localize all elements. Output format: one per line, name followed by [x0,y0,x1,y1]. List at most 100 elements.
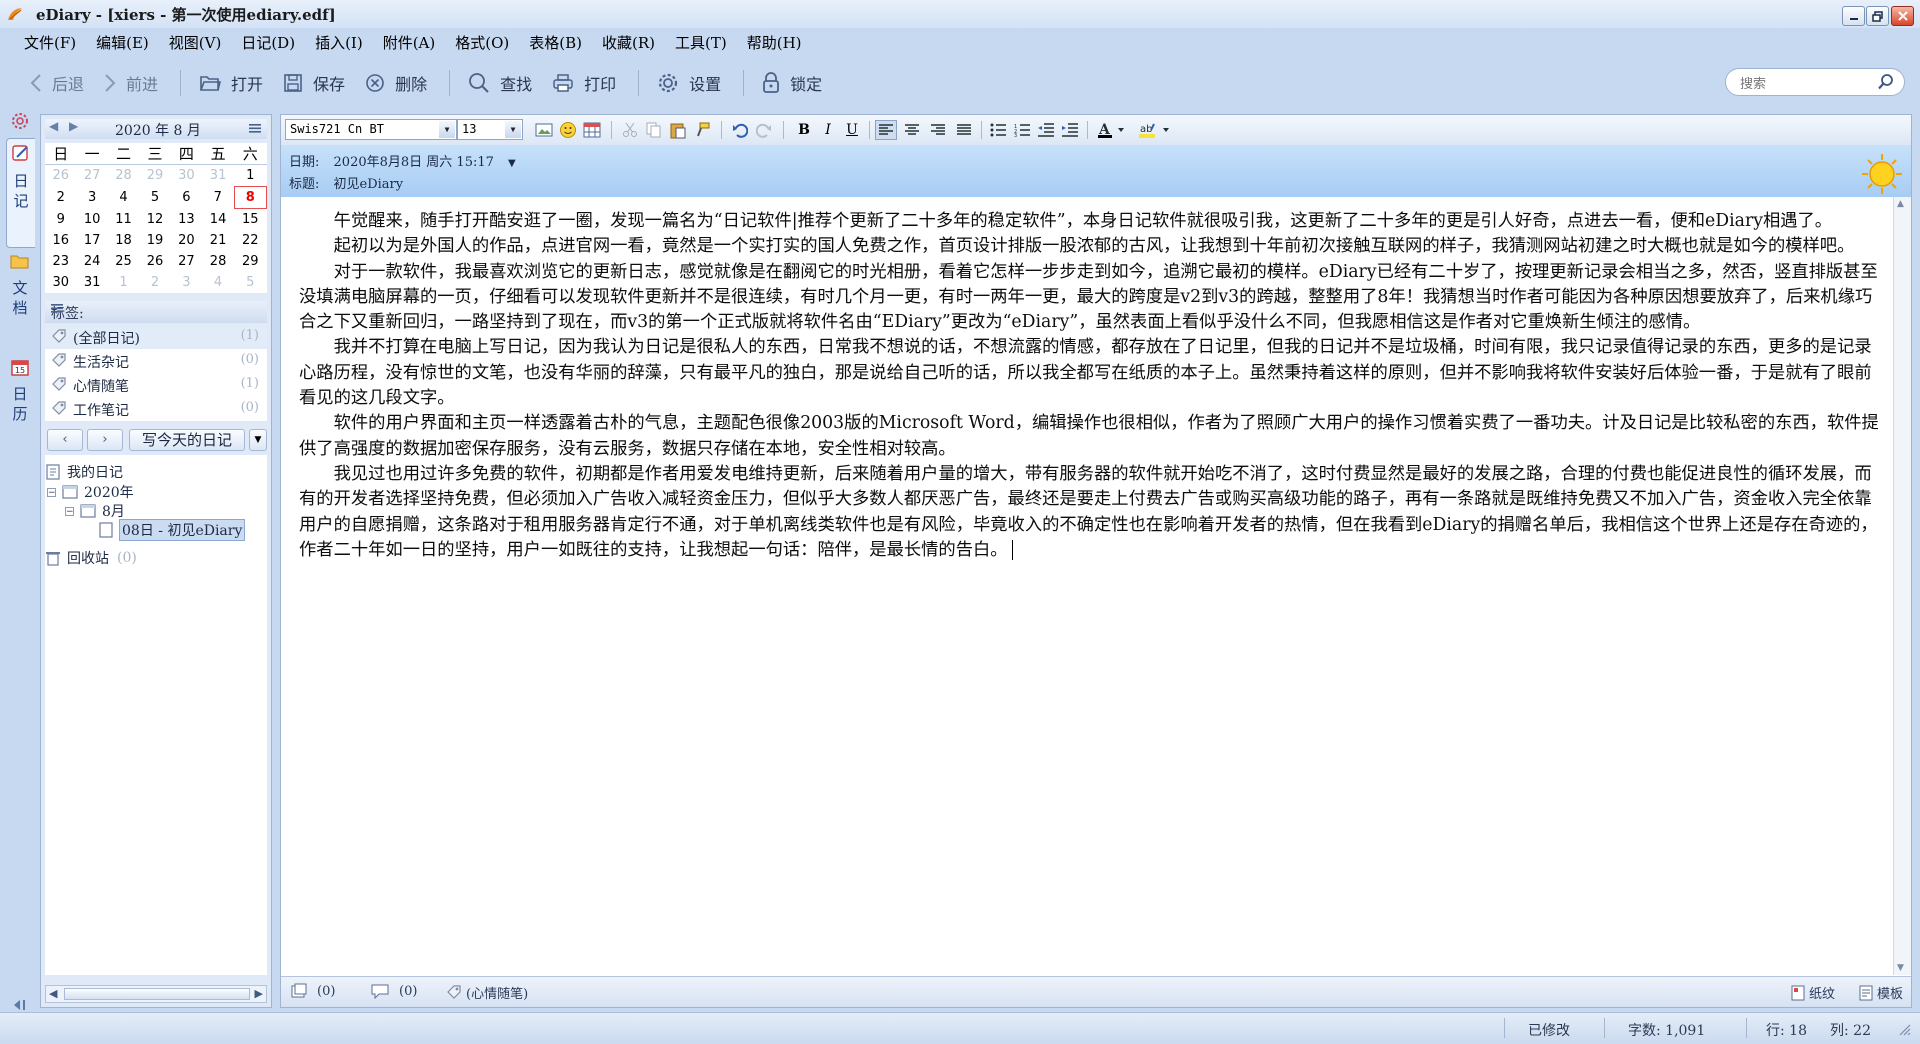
calendar-day[interactable]: 30 [45,272,76,293]
cut-button[interactable] [619,120,641,140]
calendar-month-title[interactable]: 2020 年 8 月 [115,120,201,140]
calendar-day[interactable]: 25 [108,251,139,272]
calendar-day[interactable]: 14 [202,209,234,231]
chevron-down-icon[interactable]: ▼ [439,121,455,138]
underline-button[interactable]: U [841,120,863,140]
write-today-dropdown[interactable]: ▼ [249,429,267,451]
calendar-day[interactable]: 20 [171,230,202,251]
scroll-down-arrow[interactable]: ▼ [1897,963,1904,973]
copy-button[interactable] [643,120,665,140]
search-input[interactable] [1738,72,1872,94]
left-panel-scrollbar[interactable]: ◀ ▶ [45,985,267,1003]
find-button[interactable]: 查找 [460,67,540,99]
lock-button[interactable]: 锁定 [754,67,830,99]
calendar-day[interactable]: 3 [171,272,202,293]
menu-attachment[interactable]: 附件(A) [375,28,444,54]
diary-body-editor[interactable]: 午觉醒来，随手打开酷安逛了一圈，发现一篇名为“日记软件|推荐个更新了二十多年的稳… [299,209,1881,563]
calendar-day[interactable]: 27 [171,251,202,272]
calendar-day[interactable]: 10 [76,209,107,231]
tag-item-work[interactable]: 工作笔记 (0) [45,397,267,421]
close-button[interactable] [1891,6,1914,26]
calendar-menu-icon[interactable] [249,123,261,133]
calendar-day[interactable]: 29 [234,251,266,272]
decrease-indent-button[interactable] [1035,120,1057,140]
date-dropdown-icon[interactable]: ▼ [508,158,516,169]
tree-entry[interactable]: 08日 - 初见eDiary [99,519,246,541]
open-button[interactable]: 打开 [191,67,271,99]
insert-image-button[interactable] [533,120,555,140]
calendar-day[interactable]: 27 [76,165,107,187]
calendar-day[interactable]: 15 [234,209,266,231]
calendar-day[interactable]: 31 [76,272,107,293]
tree-recycle-bin[interactable]: 回收站 (0) [45,547,137,569]
calendar-day[interactable]: 7 [202,187,234,209]
highlight-color-button[interactable]: ab [1137,120,1177,140]
scroll-thumb[interactable] [64,988,250,1000]
align-center-button[interactable] [901,120,923,140]
justify-button[interactable] [953,120,975,140]
forward-button[interactable]: 前进 [96,67,166,99]
calendar-next-button[interactable]: ▶ [69,119,78,133]
calendar-prev-button[interactable]: ◀ [49,119,58,133]
calendar-day[interactable]: 2 [139,272,170,293]
calendar-day[interactable]: 8 [233,186,268,209]
calendar-day[interactable]: 26 [139,251,170,272]
tab-calendar[interactable]: 15 日 历 [6,354,34,458]
menu-edit[interactable]: 编辑(E) [88,28,157,54]
calendar-day[interactable]: 3 [76,187,107,209]
calendar-day[interactable]: 12 [139,209,170,231]
insert-emoji-button[interactable] [557,120,579,140]
calendar-day[interactable]: 1 [108,272,139,293]
editor-vertical-scrollbar[interactable]: ▲ ▼ [1893,197,1911,975]
save-button[interactable]: 保存 [275,67,353,99]
tag-item-mood[interactable]: 心情随笔 (1) [45,373,267,397]
paper-texture-button[interactable]: 纸纹 [1791,983,1835,1002]
tag-item-all[interactable]: (全部日记) (1) [45,325,267,349]
tab-documents[interactable]: 文 档 [6,248,34,352]
resize-grip-icon[interactable] [1898,1023,1912,1037]
scroll-left-arrow[interactable]: ◀ [49,987,57,1000]
menu-file[interactable]: 文件(F) [16,28,84,54]
calendar-day[interactable]: 18 [108,230,139,251]
menu-table[interactable]: 表格(B) [521,28,590,54]
scroll-right-arrow[interactable]: ▶ [255,987,263,1000]
calendar-day[interactable]: 4 [202,272,234,293]
font-size-select[interactable]: 13 ▼ [457,119,523,140]
calendar-day[interactable]: 30 [171,165,202,187]
align-left-button[interactable] [875,120,897,140]
calendar-day[interactable]: 29 [139,165,170,187]
calendar-day[interactable]: 2 [45,187,76,209]
calendar-day[interactable]: 23 [45,251,76,272]
chevron-down-icon[interactable]: ▼ [505,121,521,138]
menu-insert[interactable]: 插入(I) [307,28,371,54]
calendar-day[interactable]: 1 [234,165,266,187]
font-select[interactable]: Swis721 Cn BT ▼ [285,119,457,140]
calendar-day[interactable]: 21 [202,230,234,251]
calendar-day[interactable]: 5 [139,187,170,209]
weather-sun-icon[interactable] [1861,153,1903,195]
tag-item-life[interactable]: 生活杂记 (0) [45,349,267,373]
search-icon[interactable] [1878,74,1894,90]
prev-entry-button[interactable]: ‹ [47,429,83,451]
italic-button[interactable]: I [817,120,839,140]
align-right-button[interactable] [927,120,949,140]
collapse-toggle-icon[interactable]: − [65,506,74,516]
increase-indent-button[interactable] [1059,120,1081,140]
calendar-day[interactable]: 17 [76,230,107,251]
calendar-day[interactable]: 22 [234,230,266,251]
calendar-day[interactable]: 5 [234,272,266,293]
minimize-button[interactable] [1842,6,1865,26]
entry-title-field[interactable]: 初见eDiary [334,177,404,192]
calendar-day[interactable]: 31 [202,165,234,187]
insert-table-button[interactable] [581,120,603,140]
menu-favorites[interactable]: 收藏(R) [594,28,663,54]
calendar-day[interactable]: 13 [171,209,202,231]
entry-tag-button[interactable]: (心情随笔) [446,983,528,1002]
numbered-list-button[interactable]: 123 [1011,120,1033,140]
calendar-day[interactable]: 26 [45,165,76,187]
tags-menu-icon[interactable] [51,303,261,313]
calendar-day[interactable]: 28 [108,165,139,187]
redo-button[interactable] [753,120,775,140]
paste-button[interactable] [667,120,689,140]
bullet-list-button[interactable] [987,120,1009,140]
